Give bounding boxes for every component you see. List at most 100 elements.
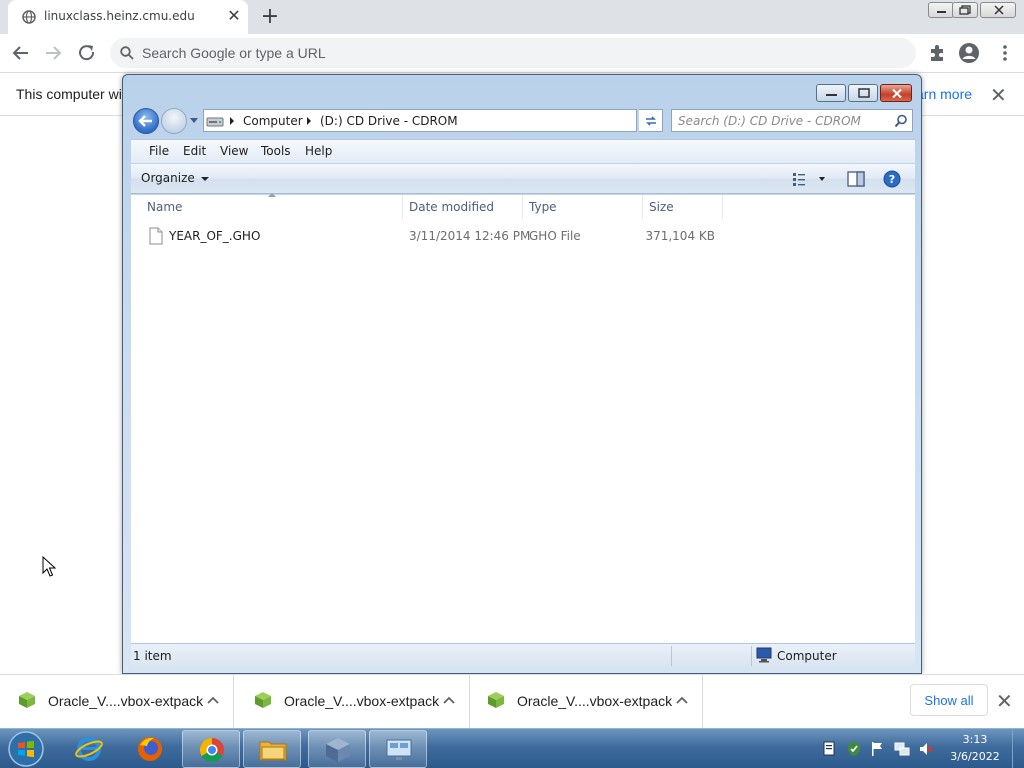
menu-tools[interactable]: Tools	[261, 144, 291, 158]
svg-text:?: ?	[889, 173, 895, 186]
help-icon[interactable]: ?	[883, 170, 901, 188]
chevron-up-icon[interactable]	[675, 693, 689, 707]
recent-pages-dropdown-icon[interactable]	[189, 117, 199, 125]
organize-button[interactable]: Organize	[141, 171, 195, 185]
learn-more-link[interactable]: arn more	[916, 86, 972, 102]
status-divider	[671, 646, 672, 666]
column-size[interactable]: Size	[643, 195, 723, 219]
volume-muted-icon[interactable]	[918, 741, 934, 757]
command-bar: Organize ?	[131, 164, 915, 194]
windows-start-button[interactable]	[4, 730, 48, 768]
mouse-pointer-icon	[42, 556, 56, 577]
minimize-button[interactable]	[928, 2, 954, 18]
browser-tab[interactable]: linuxclass.heinz.cmu.edu ✕	[8, 0, 248, 34]
action-center-icon[interactable]	[822, 741, 836, 757]
search-icon	[120, 46, 134, 60]
omnibox[interactable]	[110, 38, 916, 68]
flag-icon[interactable]	[870, 741, 884, 757]
reload-icon[interactable]	[74, 40, 100, 66]
back-arrow-icon	[138, 115, 152, 127]
column-date-modified[interactable]: Date modified	[403, 195, 523, 219]
breadcrumb-computer[interactable]: Computer	[243, 114, 303, 128]
status-divider	[751, 646, 752, 666]
network-icon[interactable]	[894, 741, 910, 757]
info-bar-close-icon[interactable]: ✕	[990, 83, 1007, 107]
file-list-pane[interactable]: Name Date modified Type Size YEAR_OF_.GH…	[131, 193, 915, 643]
download-shelf: Oracle_V....vbox-extpack Oracle_V....vbo…	[0, 674, 1024, 729]
package-icon	[19, 692, 35, 708]
taskbar-chrome[interactable]	[182, 730, 240, 768]
column-type[interactable]: Type	[523, 195, 643, 219]
download-filename: Oracle_V....vbox-extpack	[284, 693, 440, 709]
info-bar-message: This computer will	[16, 86, 129, 102]
new-tab-button[interactable]: +	[258, 4, 282, 30]
explorer-search-box[interactable]	[671, 109, 913, 132]
maximize-icon	[858, 88, 870, 98]
clock-date[interactable]: 3/6/2022	[940, 750, 1010, 763]
clock-time[interactable]: 3:13	[940, 733, 1010, 746]
download-item[interactable]: Oracle_V....vbox-extpack	[0, 675, 234, 729]
profile-avatar-icon[interactable]	[958, 42, 980, 64]
menu-help[interactable]: Help	[305, 144, 332, 158]
explorer-back-button[interactable]	[133, 108, 159, 134]
change-view-icon[interactable]	[791, 171, 831, 187]
chevron-up-icon[interactable]	[442, 693, 456, 707]
explorer-forward-button[interactable]	[161, 108, 187, 134]
restore-icon	[959, 5, 971, 15]
folder-icon	[259, 741, 287, 761]
taskbar: 3:13 3/6/2022	[0, 728, 1024, 768]
column-header-row: Name Date modified Type Size	[131, 193, 915, 219]
file-name[interactable]: YEAR_OF_.GHO	[169, 229, 260, 243]
explorer-search-input[interactable]	[678, 113, 884, 129]
file-row[interactable]: YEAR_OF_.GHO 3/11/2014 12:46 PM GHO File…	[131, 225, 915, 247]
explorer-status-bar: 1 item Computer	[131, 643, 915, 667]
preview-pane-icon[interactable]	[847, 171, 865, 187]
explorer-close-button[interactable]	[880, 84, 912, 102]
file-date-modified: 3/11/2014 12:46 PM	[409, 229, 531, 243]
menu-view[interactable]: View	[220, 144, 248, 158]
explorer-maximize-button[interactable]	[848, 84, 878, 102]
download-filename: Oracle_V....vbox-extpack	[48, 693, 204, 709]
breadcrumb-chevron-icon	[230, 117, 234, 125]
tab-close-icon[interactable]: ✕	[224, 6, 244, 26]
address-bar[interactable]: Computer (D:) CD Drive - CDROM	[203, 109, 704, 132]
remote-desktop-icon	[386, 739, 412, 760]
explorer-window[interactable]: Computer (D:) CD Drive - CDROM File Edit…	[122, 74, 922, 674]
browser-tab-strip: linuxclass.heinz.cmu.edu ✕ +	[0, 0, 1024, 34]
breadcrumb-chevron-icon	[307, 117, 311, 125]
download-item[interactable]: Oracle_V....vbox-extpack	[469, 675, 703, 729]
taskbar-remote-desktop[interactable]	[369, 730, 427, 768]
explorer-minimize-button[interactable]	[816, 84, 846, 102]
extensions-puzzle-icon[interactable]	[926, 42, 948, 64]
browser-toolbar	[0, 34, 1024, 72]
organize-dropdown-icon[interactable]	[201, 177, 209, 181]
show-all-button[interactable]: Show all	[910, 684, 988, 716]
taskbar-windows-explorer[interactable]	[243, 730, 301, 768]
breadcrumb-cd-drive[interactable]: (D:) CD Drive - CDROM	[320, 114, 458, 128]
chevron-up-icon[interactable]	[206, 693, 220, 707]
firefox-icon	[138, 737, 162, 761]
taskbar-internet-explorer[interactable]	[60, 730, 118, 768]
forward-arrow-icon[interactable]	[40, 40, 66, 66]
package-icon	[488, 692, 504, 708]
restore-button[interactable]	[952, 2, 978, 18]
back-arrow-icon[interactable]	[8, 40, 34, 66]
taskbar-virtualbox[interactable]	[308, 730, 366, 768]
file-icon	[149, 227, 163, 245]
close-icon	[994, 5, 1004, 15]
shelf-close-icon[interactable]: ✕	[996, 689, 1013, 713]
column-name[interactable]: Name	[141, 195, 403, 219]
refresh-button[interactable]	[639, 109, 663, 132]
kebab-menu-icon[interactable]	[994, 42, 1016, 64]
show-desktop-button[interactable]	[1012, 729, 1024, 768]
internet-explorer-icon	[75, 737, 103, 761]
close-window-button[interactable]	[980, 2, 1016, 18]
download-filename: Oracle_V....vbox-extpack	[517, 693, 673, 709]
menu-file[interactable]: File	[149, 144, 169, 158]
download-item[interactable]: Oracle_V....vbox-extpack	[236, 675, 470, 729]
taskbar-firefox[interactable]	[121, 730, 179, 768]
menu-edit[interactable]: Edit	[183, 144, 206, 158]
security-shield-icon[interactable]	[846, 741, 862, 757]
omnibox-input[interactable]	[142, 43, 882, 63]
search-icon[interactable]	[894, 114, 908, 128]
